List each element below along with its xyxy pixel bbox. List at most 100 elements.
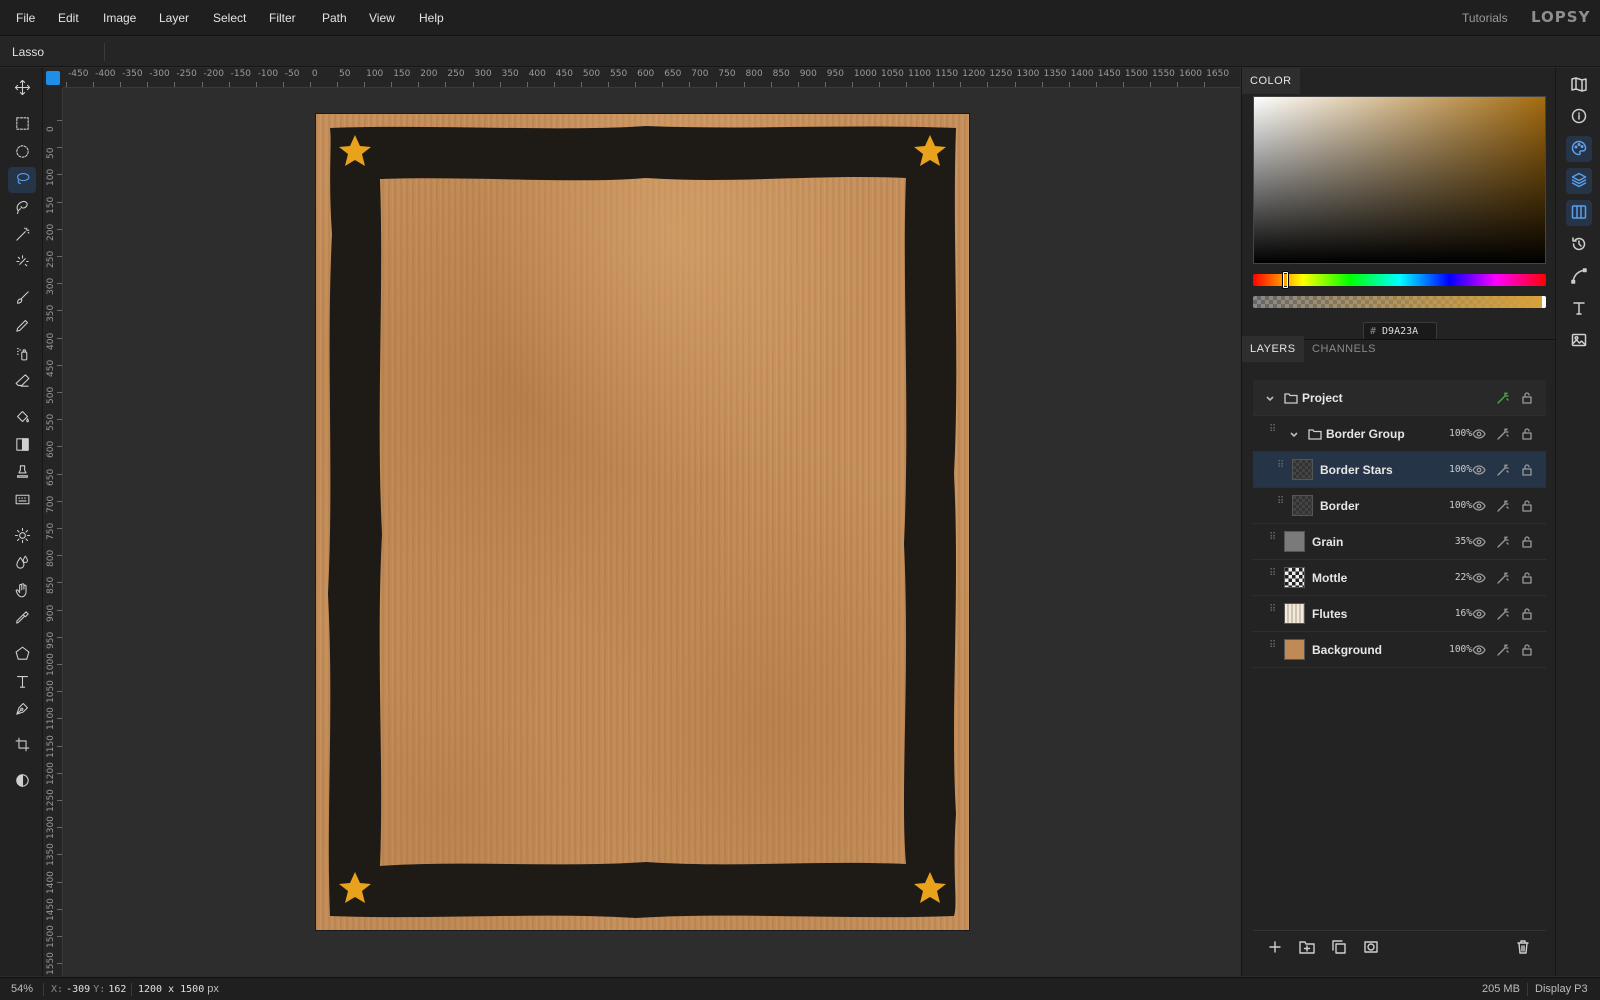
brush-tool[interactable] xyxy=(8,286,36,312)
lock-icon[interactable] xyxy=(1520,463,1534,477)
layer-opacity[interactable]: 100% xyxy=(1440,428,1472,439)
stamp-tool[interactable] xyxy=(8,460,36,486)
eye-icon[interactable] xyxy=(1472,571,1486,585)
drag-handle-icon[interactable]: ⠿ xyxy=(1277,461,1285,476)
move-tool[interactable] xyxy=(8,76,36,102)
eyedropper-tool[interactable] xyxy=(8,606,36,632)
menu-select[interactable]: Select xyxy=(213,11,246,25)
pencil-tool[interactable] xyxy=(8,314,36,340)
layer-project[interactable]: Project xyxy=(1253,380,1546,416)
hue-slider[interactable] xyxy=(1253,272,1546,288)
lock-icon[interactable] xyxy=(1520,607,1534,621)
zoom-level[interactable]: 54% xyxy=(11,983,33,995)
polygon-tool[interactable] xyxy=(8,642,36,668)
add-mask-button[interactable] xyxy=(1363,939,1379,955)
ellipse-select-tool[interactable] xyxy=(8,140,36,166)
text-tool[interactable] xyxy=(8,670,36,696)
layer-row-flutes[interactable]: ⠿ Flutes 16% xyxy=(1253,596,1546,632)
paths-button[interactable] xyxy=(1566,264,1592,290)
drag-handle-icon[interactable]: ⠿ xyxy=(1269,641,1277,656)
menu-filter[interactable]: Filter xyxy=(269,11,296,25)
layer-row-border[interactable]: ⠿ Border 100% xyxy=(1253,488,1546,524)
pen-tool[interactable] xyxy=(8,697,36,723)
spray-tool[interactable] xyxy=(8,342,36,368)
hand-tool[interactable] xyxy=(8,579,36,605)
effects-icon[interactable] xyxy=(1496,535,1510,549)
drag-handle-icon[interactable]: ⠿ xyxy=(1269,605,1277,620)
pattern-tool[interactable] xyxy=(8,488,36,514)
add-group-button[interactable] xyxy=(1299,939,1315,955)
menu-image[interactable]: Image xyxy=(103,11,136,25)
layer-opacity[interactable]: 100% xyxy=(1440,644,1472,655)
lock-icon[interactable] xyxy=(1520,499,1534,513)
eraser-tool[interactable] xyxy=(8,369,36,395)
eye-icon[interactable] xyxy=(1472,535,1486,549)
lock-icon[interactable] xyxy=(1520,391,1534,405)
rect-select-tool[interactable] xyxy=(8,112,36,138)
hue-slider-thumb[interactable] xyxy=(1283,272,1289,288)
drag-handle-icon[interactable]: ⠿ xyxy=(1269,425,1277,440)
lock-icon[interactable] xyxy=(1520,643,1534,657)
layer-opacity[interactable]: 100% xyxy=(1440,500,1472,511)
lasso-tool[interactable] xyxy=(8,167,36,193)
effects-icon[interactable] xyxy=(1496,427,1510,441)
eye-icon[interactable] xyxy=(1472,463,1486,477)
menu-file[interactable]: File xyxy=(16,11,35,25)
menu-edit[interactable]: Edit xyxy=(58,11,79,25)
layer-opacity[interactable]: 35% xyxy=(1440,536,1472,547)
eye-icon[interactable] xyxy=(1472,643,1486,657)
image-button[interactable] xyxy=(1566,328,1592,354)
drag-handle-icon[interactable]: ⠿ xyxy=(1277,497,1285,512)
lock-icon[interactable] xyxy=(1520,571,1534,585)
contrast-tool[interactable] xyxy=(8,769,36,795)
gradient-tool[interactable] xyxy=(8,433,36,459)
effects-icon[interactable] xyxy=(1496,571,1510,585)
layer-row-border-stars[interactable]: ⠿ Border Stars 100% xyxy=(1253,452,1546,488)
drag-handle-icon[interactable]: ⠿ xyxy=(1269,533,1277,548)
effects-icon[interactable] xyxy=(1496,391,1510,405)
layer-row-border-group[interactable]: ⠿ Border Group 100% xyxy=(1253,416,1546,452)
tutorials-link[interactable]: Tutorials xyxy=(1462,11,1508,25)
channels-panel-button[interactable] xyxy=(1566,200,1592,226)
eye-icon[interactable] xyxy=(1472,607,1486,621)
magic-wand-tool[interactable] xyxy=(8,223,36,249)
dodge-tool[interactable] xyxy=(8,524,36,550)
chevron-down-icon[interactable] xyxy=(1289,429,1299,439)
hex-value[interactable]: D9A23A xyxy=(1382,326,1418,337)
tab-channels[interactable]: CHANNELS xyxy=(1304,336,1384,362)
quick-select-tool[interactable] xyxy=(8,250,36,276)
layer-opacity[interactable]: 100% xyxy=(1440,464,1472,475)
add-layer-button[interactable] xyxy=(1267,939,1283,955)
layers-panel-button[interactable] xyxy=(1566,168,1592,194)
delete-layer-button[interactable] xyxy=(1515,939,1531,955)
alpha-slider-thumb[interactable] xyxy=(1542,296,1546,308)
drag-handle-icon[interactable]: ⠿ xyxy=(1269,569,1277,584)
tab-layers[interactable]: LAYERS xyxy=(1242,336,1304,362)
magnetic-lasso-tool[interactable] xyxy=(8,195,36,221)
color-panel-button[interactable] xyxy=(1566,136,1592,162)
effects-icon[interactable] xyxy=(1496,499,1510,513)
fill-tool[interactable] xyxy=(8,405,36,431)
blur-tool[interactable] xyxy=(8,551,36,577)
layer-row-background[interactable]: ⠿ Background 100% xyxy=(1253,632,1546,668)
document-canvas[interactable] xyxy=(316,114,969,930)
menu-path[interactable]: Path xyxy=(322,11,347,25)
chevron-down-icon[interactable] xyxy=(1265,393,1275,403)
layer-opacity[interactable]: 16% xyxy=(1440,608,1472,619)
color-profile[interactable]: Display P3 xyxy=(1535,983,1588,995)
navigator-button[interactable] xyxy=(1566,72,1592,98)
character-button[interactable] xyxy=(1566,296,1592,322)
lock-icon[interactable] xyxy=(1520,535,1534,549)
history-button[interactable] xyxy=(1566,232,1592,258)
menu-help[interactable]: Help xyxy=(419,11,444,25)
menu-layer[interactable]: Layer xyxy=(159,11,189,25)
eye-icon[interactable] xyxy=(1472,427,1486,441)
color-saturation-field[interactable] xyxy=(1253,96,1546,264)
alpha-slider[interactable] xyxy=(1253,296,1546,308)
horizontal-ruler[interactable]: -450 -400 -350 -300 -250 -200 -150 -100 -50 0 50 10… xyxy=(63,68,1240,88)
crop-tool[interactable] xyxy=(8,733,36,759)
info-button[interactable] xyxy=(1566,104,1592,130)
layer-row-grain[interactable]: ⠿ Grain 35% xyxy=(1253,524,1546,560)
vertical-ruler[interactable]: 0 50 100 150 200 250 300 350 400 450 500 550 600 650 7… xyxy=(43,88,63,976)
tab-color[interactable]: COLOR xyxy=(1242,68,1300,94)
